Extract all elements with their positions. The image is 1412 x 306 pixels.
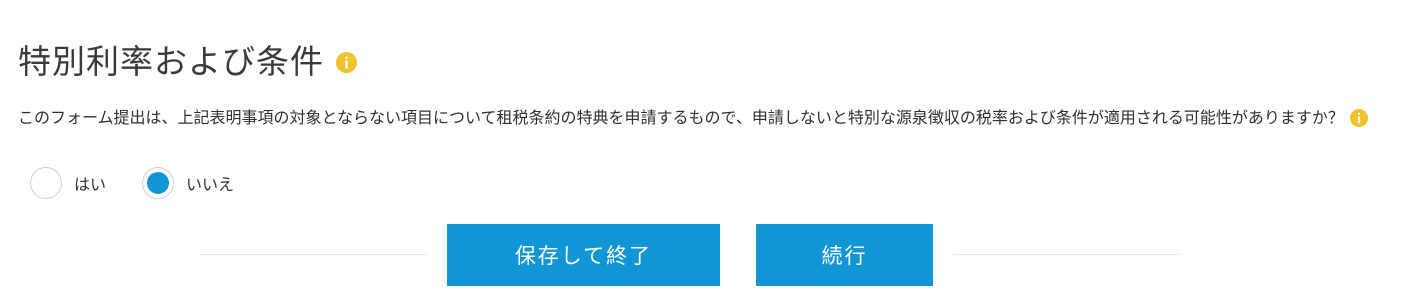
radio-no-label: いいえ	[186, 175, 235, 194]
divider-left	[200, 254, 426, 255]
save-and-exit-button[interactable]: 保存して終了	[447, 224, 720, 286]
section-header: 特別利率および条件	[18, 40, 357, 84]
radio-selected-dot	[147, 172, 170, 194]
section-title: 特別利率および条件	[18, 42, 324, 81]
radio-option-no[interactable]: いいえ	[142, 167, 234, 199]
continue-button[interactable]: 続行	[756, 224, 933, 286]
question-info-icon[interactable]	[1349, 108, 1368, 127]
question-label: このフォーム提出は、上記表明事項の対象とならない項目について租税条約の特典を申請…	[18, 108, 1344, 127]
radio-no[interactable]	[142, 167, 175, 199]
radio-yes-label: はい	[74, 175, 107, 194]
info-icon[interactable]	[336, 51, 357, 73]
divider-right	[953, 254, 1180, 255]
radio-option-yes[interactable]: はい	[30, 167, 106, 199]
special-rates-form: 特別利率および条件 このフォーム提出は、上記表明事項の対象とならない項目について…	[0, 0, 1412, 306]
radio-yes[interactable]	[30, 167, 62, 199]
question-text: このフォーム提出は、上記表明事項の対象とならない項目について租税条約の特典を申請…	[18, 106, 1388, 130]
answer-radio-group: はい いいえ	[30, 167, 234, 199]
